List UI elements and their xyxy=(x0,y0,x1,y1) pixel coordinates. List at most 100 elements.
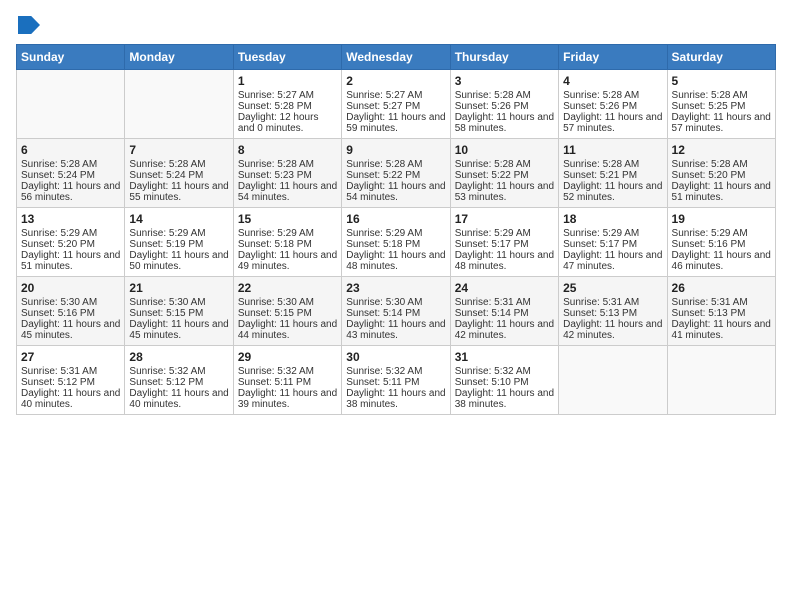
day-cell: 29 Sunrise: 5:32 AM Sunset: 5:11 PM Dayl… xyxy=(233,346,341,415)
col-header-sunday: Sunday xyxy=(17,45,125,70)
day-cell: 19 Sunrise: 5:29 AM Sunset: 5:16 PM Dayl… xyxy=(667,208,775,277)
daylight-text: Daylight: 11 hours and 48 minutes. xyxy=(346,250,445,272)
sunset-text: Sunset: 5:22 PM xyxy=(455,170,529,181)
sunset-text: Sunset: 5:23 PM xyxy=(238,170,312,181)
sunrise-text: Sunrise: 5:30 AM xyxy=(129,297,205,308)
day-cell: 5 Sunrise: 5:28 AM Sunset: 5:25 PM Dayli… xyxy=(667,70,775,139)
col-header-thursday: Thursday xyxy=(450,45,558,70)
sunrise-text: Sunrise: 5:31 AM xyxy=(21,366,97,377)
daylight-text: Daylight: 11 hours and 59 minutes. xyxy=(346,112,445,134)
daylight-text: Daylight: 11 hours and 41 minutes. xyxy=(672,319,771,341)
day-cell xyxy=(125,70,233,139)
day-number: 24 xyxy=(455,281,554,295)
col-header-monday: Monday xyxy=(125,45,233,70)
daylight-text: Daylight: 11 hours and 40 minutes. xyxy=(129,388,228,410)
sunrise-text: Sunrise: 5:31 AM xyxy=(455,297,531,308)
sunrise-text: Sunrise: 5:28 AM xyxy=(238,159,314,170)
daylight-text: Daylight: 11 hours and 42 minutes. xyxy=(455,319,554,341)
day-number: 23 xyxy=(346,281,445,295)
day-cell: 8 Sunrise: 5:28 AM Sunset: 5:23 PM Dayli… xyxy=(233,139,341,208)
week-row-5: 27 Sunrise: 5:31 AM Sunset: 5:12 PM Dayl… xyxy=(17,346,776,415)
day-number: 1 xyxy=(238,74,337,88)
sunset-text: Sunset: 5:12 PM xyxy=(21,377,95,388)
sunset-text: Sunset: 5:18 PM xyxy=(238,239,312,250)
daylight-text: Daylight: 11 hours and 51 minutes. xyxy=(672,181,771,203)
daylight-text: Daylight: 11 hours and 46 minutes. xyxy=(672,250,771,272)
daylight-text: Daylight: 11 hours and 51 minutes. xyxy=(21,250,120,272)
col-header-saturday: Saturday xyxy=(667,45,775,70)
daylight-text: Daylight: 11 hours and 39 minutes. xyxy=(238,388,337,410)
daylight-text: Daylight: 11 hours and 47 minutes. xyxy=(563,250,662,272)
logo xyxy=(16,16,40,34)
daylight-text: Daylight: 11 hours and 58 minutes. xyxy=(455,112,554,134)
day-cell: 14 Sunrise: 5:29 AM Sunset: 5:19 PM Dayl… xyxy=(125,208,233,277)
sunrise-text: Sunrise: 5:31 AM xyxy=(563,297,639,308)
logo-icon xyxy=(18,16,40,34)
sunset-text: Sunset: 5:28 PM xyxy=(238,101,312,112)
day-number: 20 xyxy=(21,281,120,295)
daylight-text: Daylight: 11 hours and 50 minutes. xyxy=(129,250,228,272)
sunrise-text: Sunrise: 5:29 AM xyxy=(672,228,748,239)
daylight-text: Daylight: 11 hours and 45 minutes. xyxy=(21,319,120,341)
sunrise-text: Sunrise: 5:28 AM xyxy=(455,159,531,170)
day-number: 29 xyxy=(238,350,337,364)
day-number: 28 xyxy=(129,350,228,364)
sunset-text: Sunset: 5:26 PM xyxy=(563,101,637,112)
daylight-text: Daylight: 11 hours and 40 minutes. xyxy=(21,388,120,410)
daylight-text: Daylight: 11 hours and 52 minutes. xyxy=(563,181,662,203)
day-number: 30 xyxy=(346,350,445,364)
daylight-text: Daylight: 11 hours and 43 minutes. xyxy=(346,319,445,341)
daylight-text: Daylight: 11 hours and 57 minutes. xyxy=(672,112,771,134)
day-cell: 21 Sunrise: 5:30 AM Sunset: 5:15 PM Dayl… xyxy=(125,277,233,346)
daylight-text: Daylight: 11 hours and 56 minutes. xyxy=(21,181,120,203)
sunrise-text: Sunrise: 5:27 AM xyxy=(346,90,422,101)
day-number: 10 xyxy=(455,143,554,157)
sunset-text: Sunset: 5:11 PM xyxy=(346,377,419,388)
daylight-text: Daylight: 11 hours and 42 minutes. xyxy=(563,319,662,341)
daylight-text: Daylight: 11 hours and 48 minutes. xyxy=(455,250,554,272)
day-cell: 15 Sunrise: 5:29 AM Sunset: 5:18 PM Dayl… xyxy=(233,208,341,277)
day-cell: 20 Sunrise: 5:30 AM Sunset: 5:16 PM Dayl… xyxy=(17,277,125,346)
day-number: 21 xyxy=(129,281,228,295)
sunset-text: Sunset: 5:20 PM xyxy=(21,239,95,250)
week-row-1: 1 Sunrise: 5:27 AM Sunset: 5:28 PM Dayli… xyxy=(17,70,776,139)
day-number: 12 xyxy=(672,143,771,157)
sunrise-text: Sunrise: 5:27 AM xyxy=(238,90,314,101)
daylight-text: Daylight: 11 hours and 44 minutes. xyxy=(238,319,337,341)
calendar-table: SundayMondayTuesdayWednesdayThursdayFrid… xyxy=(16,44,776,415)
day-cell: 30 Sunrise: 5:32 AM Sunset: 5:11 PM Dayl… xyxy=(342,346,450,415)
day-number: 5 xyxy=(672,74,771,88)
daylight-text: Daylight: 12 hours and 0 minutes. xyxy=(238,112,319,134)
day-cell: 9 Sunrise: 5:28 AM Sunset: 5:22 PM Dayli… xyxy=(342,139,450,208)
daylight-text: Daylight: 11 hours and 38 minutes. xyxy=(346,388,445,410)
day-cell: 26 Sunrise: 5:31 AM Sunset: 5:13 PM Dayl… xyxy=(667,277,775,346)
day-number: 4 xyxy=(563,74,662,88)
day-cell: 11 Sunrise: 5:28 AM Sunset: 5:21 PM Dayl… xyxy=(559,139,667,208)
sunrise-text: Sunrise: 5:28 AM xyxy=(455,90,531,101)
week-row-2: 6 Sunrise: 5:28 AM Sunset: 5:24 PM Dayli… xyxy=(17,139,776,208)
sunrise-text: Sunrise: 5:30 AM xyxy=(346,297,422,308)
day-cell: 18 Sunrise: 5:29 AM Sunset: 5:17 PM Dayl… xyxy=(559,208,667,277)
daylight-text: Daylight: 11 hours and 38 minutes. xyxy=(455,388,554,410)
sunrise-text: Sunrise: 5:29 AM xyxy=(346,228,422,239)
sunset-text: Sunset: 5:16 PM xyxy=(672,239,746,250)
sunset-text: Sunset: 5:20 PM xyxy=(672,170,746,181)
day-number: 31 xyxy=(455,350,554,364)
day-cell: 23 Sunrise: 5:30 AM Sunset: 5:14 PM Dayl… xyxy=(342,277,450,346)
day-cell xyxy=(17,70,125,139)
day-cell: 2 Sunrise: 5:27 AM Sunset: 5:27 PM Dayli… xyxy=(342,70,450,139)
header-row: SundayMondayTuesdayWednesdayThursdayFrid… xyxy=(17,45,776,70)
daylight-text: Daylight: 11 hours and 45 minutes. xyxy=(129,319,228,341)
sunset-text: Sunset: 5:12 PM xyxy=(129,377,203,388)
day-cell: 10 Sunrise: 5:28 AM Sunset: 5:22 PM Dayl… xyxy=(450,139,558,208)
day-number: 2 xyxy=(346,74,445,88)
sunrise-text: Sunrise: 5:32 AM xyxy=(346,366,422,377)
day-number: 6 xyxy=(21,143,120,157)
sunset-text: Sunset: 5:10 PM xyxy=(455,377,529,388)
week-row-3: 13 Sunrise: 5:29 AM Sunset: 5:20 PM Dayl… xyxy=(17,208,776,277)
sunrise-text: Sunrise: 5:29 AM xyxy=(563,228,639,239)
day-number: 11 xyxy=(563,143,662,157)
sunset-text: Sunset: 5:15 PM xyxy=(129,308,203,319)
day-cell: 7 Sunrise: 5:28 AM Sunset: 5:24 PM Dayli… xyxy=(125,139,233,208)
day-cell xyxy=(559,346,667,415)
